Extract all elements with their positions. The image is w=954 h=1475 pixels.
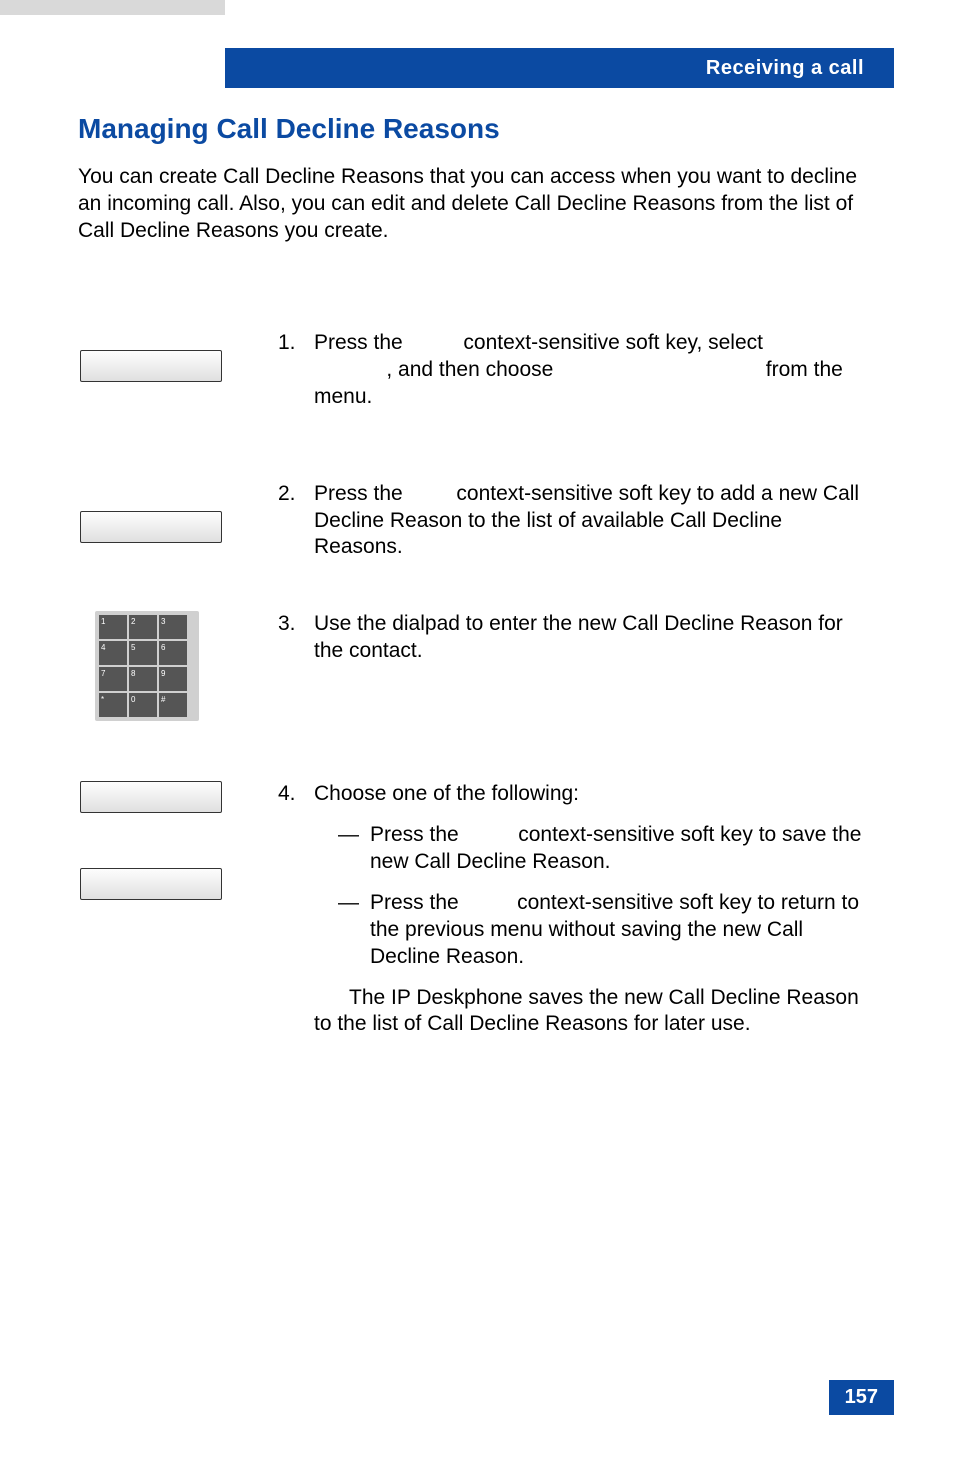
intro-paragraph: You can create Call Decline Reasons that… — [78, 164, 876, 245]
lead-text: Choose one of the following: — [314, 782, 579, 805]
step-body: Choose one of the following: — Press the… — [314, 781, 876, 1038]
header-bar: Receiving a call — [225, 48, 894, 88]
softkey-icon — [80, 350, 222, 382]
step-1-text: 1. Press the Prefs context-sensitive sof… — [278, 330, 876, 411]
step-4-row: 4. Choose one of the following: — Press … — [80, 781, 876, 1038]
dialpad-key: 8 — [129, 667, 157, 691]
dialpad-icon: 1 2 3 4 5 6 7 8 9 * 0 # — [95, 611, 199, 721]
step-body: Press the Prefs context-sensitive soft k… — [314, 330, 876, 411]
text-fragment: Press the — [314, 482, 409, 505]
text-fragment: context-sensitive soft key, select — [458, 331, 769, 354]
text-fragment: , and then choose — [386, 358, 559, 381]
sub-option-text: Press the Back context-sensitive soft ke… — [370, 890, 876, 971]
step-number: 4. — [278, 781, 314, 808]
steps-area: 1. Press the Prefs context-sensitive sof… — [80, 330, 876, 1088]
note-text: The IP Deskphone saves the new Call Decl… — [314, 985, 876, 1039]
step-number: 1. — [278, 330, 314, 357]
dash: — — [338, 890, 370, 917]
dialpad-key: 0 — [129, 693, 157, 717]
dialpad-key: 6 — [159, 641, 187, 665]
softkey-icon — [80, 781, 222, 813]
dialpad-key: 2 — [129, 615, 157, 639]
section-title: Managing Call Decline Reasons — [78, 108, 500, 150]
sub-option-1: — Press the Save context-sensitive soft … — [314, 822, 876, 876]
sub-option-2: — Press the Back context-sensitive soft … — [314, 890, 876, 971]
step-2-image-col — [80, 481, 278, 543]
text-fragment: Press the — [314, 331, 409, 354]
dash: — — [338, 822, 370, 849]
softkey-icon — [80, 511, 222, 543]
dialpad-key: 7 — [99, 667, 127, 691]
step-3-text: 3. Use the dialpad to enter the new Call… — [278, 611, 876, 665]
step-number: 3. — [278, 611, 314, 638]
dialpad-key: 5 — [129, 641, 157, 665]
step-3-row: 1 2 3 4 5 6 7 8 9 * 0 # 3. Use the dia — [80, 611, 876, 721]
step-body: Press the New context-sensitive soft key… — [314, 481, 876, 562]
dialpad-key: 9 — [159, 667, 187, 691]
step-1-image-col — [80, 330, 278, 382]
step-body: Use the dialpad to enter the new Call De… — [314, 611, 876, 665]
step-3-image-col: 1 2 3 4 5 6 7 8 9 * 0 # — [80, 611, 278, 721]
text-fragment: Press the — [370, 891, 465, 914]
step-1-row: 1. Press the Prefs context-sensitive sof… — [80, 330, 876, 411]
dialpad-key: 1 — [99, 615, 127, 639]
text-fragment: Press the — [370, 823, 465, 846]
dialpad-key: * — [99, 693, 127, 717]
dialpad-key: 3 — [159, 615, 187, 639]
step-4-image-col — [80, 781, 278, 900]
step-4-text: 4. Choose one of the following: — Press … — [278, 781, 876, 1038]
step-2-text: 2. Press the New context-sensitive soft … — [278, 481, 876, 562]
step-2-row: 2. Press the New context-sensitive soft … — [80, 481, 876, 562]
step-number: 2. — [278, 481, 314, 508]
page-number: 157 — [829, 1380, 894, 1415]
dialpad-key: # — [159, 693, 187, 717]
top-gray-block — [0, 0, 225, 15]
sub-option-text: Press the Save context-sensitive soft ke… — [370, 822, 876, 876]
note-content: The IP Deskphone saves the new Call Decl… — [314, 986, 859, 1036]
dialpad-key: 4 — [99, 641, 127, 665]
chapter-title: Receiving a call — [706, 57, 864, 80]
page: Receiving a call Managing Call Decline R… — [0, 0, 954, 1475]
softkey-icon — [80, 868, 222, 900]
